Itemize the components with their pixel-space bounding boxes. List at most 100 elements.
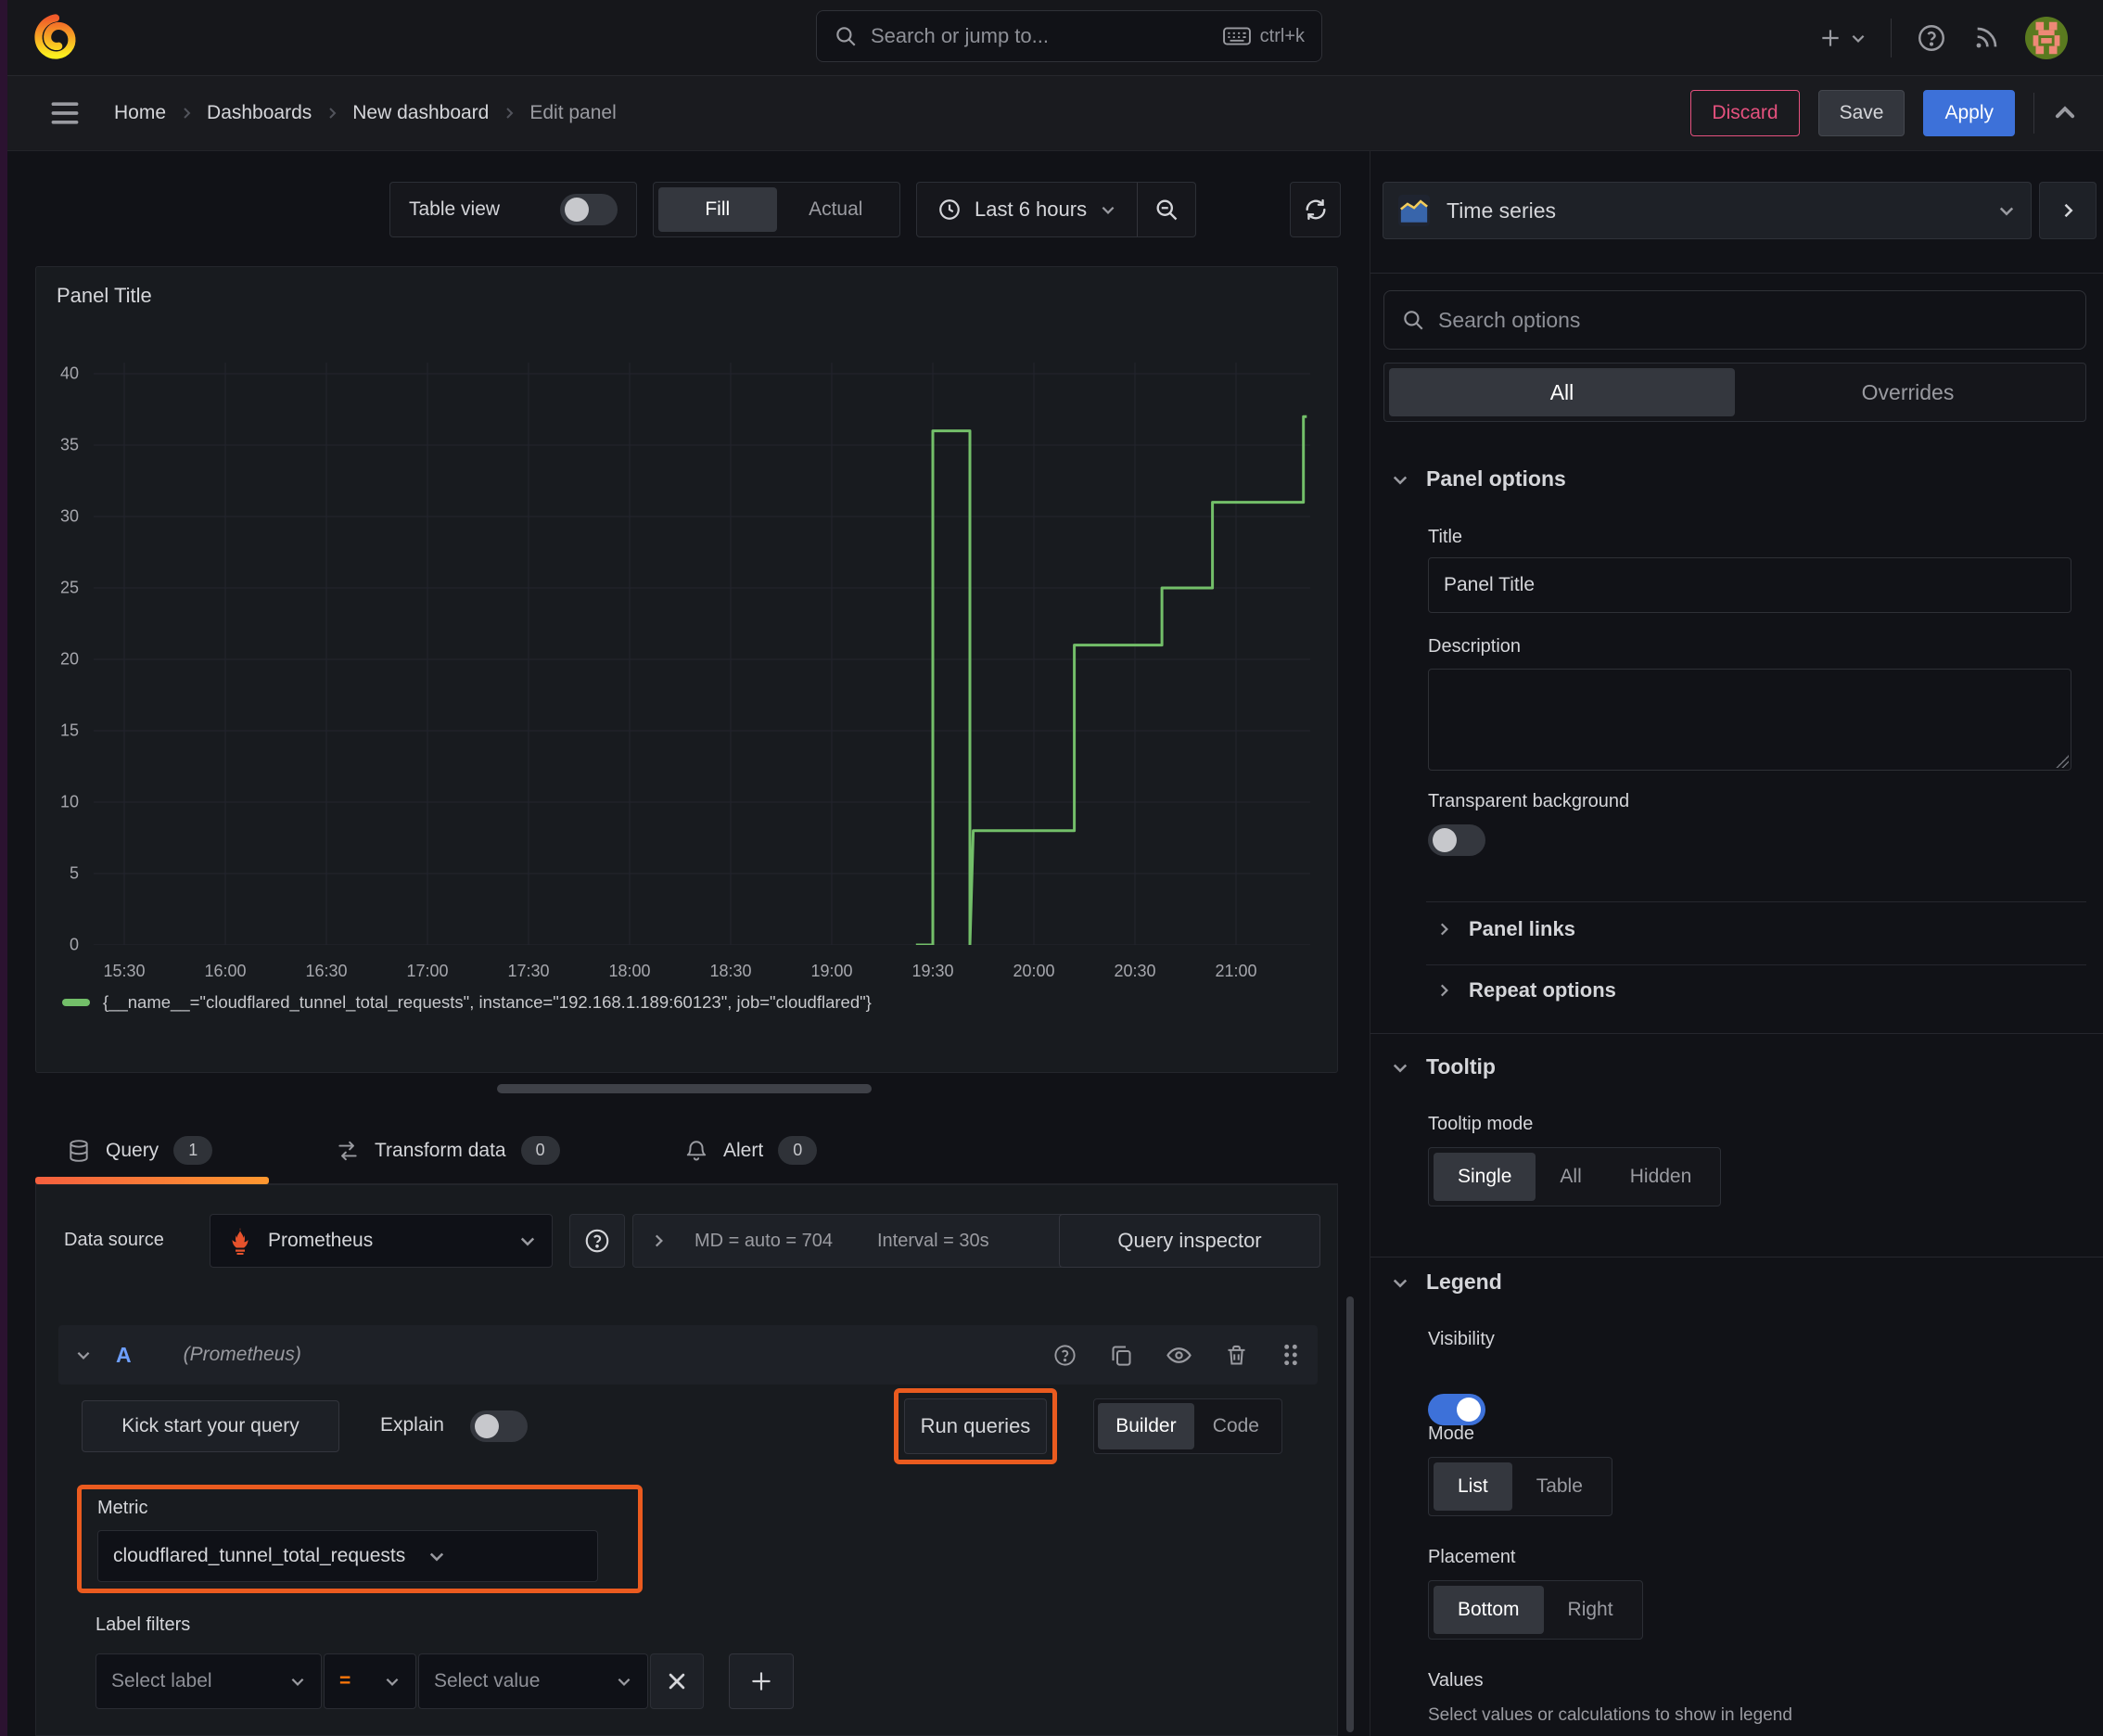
- chevron-down-icon: [1997, 201, 2016, 220]
- legend-mode-label: Mode: [1428, 1423, 1475, 1444]
- panel-links-section[interactable]: Panel links: [1435, 917, 1575, 941]
- panel-options-section[interactable]: Panel options: [1391, 466, 1566, 491]
- series-line: [915, 415, 1307, 945]
- global-search[interactable]: Search or jump to... ctrl+k: [816, 10, 1322, 62]
- time-range-picker[interactable]: Last 6 hours: [917, 198, 1137, 222]
- legend-placement-segmented: Bottom Right: [1428, 1580, 1643, 1640]
- options-search[interactable]: Search options: [1383, 290, 2086, 350]
- tab-all[interactable]: All: [1389, 368, 1735, 416]
- table-view-label: Table view: [409, 198, 501, 220]
- query-ref-id[interactable]: A: [116, 1343, 132, 1368]
- visualization-picker[interactable]: Time series: [1383, 182, 2032, 239]
- tab-query[interactable]: Query 1: [67, 1117, 213, 1183]
- tooltip-mode-all[interactable]: All: [1536, 1153, 1605, 1201]
- collapse-query-chevron-icon[interactable]: [75, 1347, 92, 1363]
- collapse-options-button[interactable]: [2053, 101, 2077, 125]
- x-axis-tick: 19:30: [911, 962, 954, 980]
- legend-visibility-toggle[interactable]: [1428, 1394, 1485, 1425]
- breadcrumb-new-dashboard[interactable]: New dashboard: [352, 102, 489, 124]
- transparent-background-toggle[interactable]: [1428, 824, 1485, 856]
- breadcrumb-dashboards[interactable]: Dashboards: [207, 102, 312, 124]
- legend-mode-table[interactable]: Table: [1512, 1462, 1607, 1511]
- nav-bar: Home Dashboards New dashboard Edit panel…: [7, 76, 2103, 151]
- add-new-button[interactable]: [1818, 26, 1867, 50]
- query-inspector-button[interactable]: Query inspector: [1059, 1214, 1320, 1268]
- fill-actual-segmented: Fill Actual: [653, 182, 900, 237]
- delete-query-icon[interactable]: [1224, 1343, 1249, 1368]
- legend-mode-list[interactable]: List: [1434, 1462, 1512, 1511]
- tab-overrides[interactable]: Overrides: [1735, 368, 2081, 416]
- help-button[interactable]: [1916, 22, 1947, 54]
- panel-description-textarea[interactable]: [1428, 669, 2071, 771]
- label-filter-key-select[interactable]: Select label: [96, 1653, 322, 1709]
- actual-option[interactable]: Actual: [777, 187, 896, 232]
- run-queries-button[interactable]: Run queries: [904, 1398, 1047, 1454]
- tab-query-label: Query: [106, 1139, 159, 1161]
- user-avatar[interactable]: [2025, 16, 2068, 59]
- table-view-toggle[interactable]: [560, 194, 618, 225]
- tooltip-mode-hidden[interactable]: Hidden: [1606, 1153, 1716, 1201]
- datasource-help-button[interactable]: [569, 1214, 625, 1268]
- hide-query-icon[interactable]: [1166, 1342, 1192, 1369]
- news-button[interactable]: [1971, 23, 2001, 53]
- discard-button[interactable]: Discard: [1690, 90, 1800, 136]
- drag-handle-icon[interactable]: [1281, 1343, 1301, 1367]
- save-button[interactable]: Save: [1817, 90, 1905, 136]
- window-edge-strip: [0, 0, 7, 1736]
- panel-title: Panel Title: [57, 284, 152, 307]
- explain-toggle[interactable]: [470, 1410, 528, 1442]
- chevron-down-icon: [1852, 34, 1865, 43]
- chevron-down-icon: [384, 1673, 401, 1690]
- x-axis-tick: 19:00: [810, 962, 853, 980]
- grafana-logo-icon: [34, 14, 76, 59]
- zoom-out-button[interactable]: [1138, 183, 1195, 236]
- tooltip-mode-single[interactable]: Single: [1434, 1153, 1536, 1201]
- visibility-label: Visibility: [1428, 1329, 1495, 1349]
- legend-section[interactable]: Legend: [1391, 1270, 1502, 1295]
- kick-start-query-button[interactable]: Kick start your query: [82, 1400, 339, 1452]
- search-icon: [1401, 308, 1425, 332]
- tooltip-section[interactable]: Tooltip: [1391, 1054, 1496, 1079]
- plus-icon: [752, 1672, 771, 1691]
- all-overrides-segmented: All Overrides: [1383, 363, 2086, 422]
- panel-options-heading: Panel options: [1426, 466, 1566, 491]
- tab-transform[interactable]: Transform data 0: [336, 1117, 560, 1183]
- grafana-logo[interactable]: [28, 9, 83, 65]
- chart-plot[interactable]: 15:30 16:00 16:30 17:00 17:30 18:00 18:30 19:00…: [60, 363, 1310, 980]
- query-row-header[interactable]: A (Prometheus): [58, 1325, 1318, 1385]
- apply-button[interactable]: Apply: [1923, 90, 2015, 136]
- remove-filter-button[interactable]: [650, 1653, 704, 1709]
- builder-option[interactable]: Builder: [1098, 1403, 1194, 1449]
- tooltip-mode-label: Tooltip mode: [1428, 1114, 1534, 1134]
- tab-alert[interactable]: Alert 0: [684, 1117, 818, 1183]
- panel-title-input[interactable]: [1428, 557, 2071, 613]
- duplicate-query-icon[interactable]: [1109, 1343, 1134, 1368]
- repeat-options-section[interactable]: Repeat options: [1435, 978, 1616, 1002]
- chart-legend[interactable]: {__name__="cloudflared_tunnel_total_requ…: [62, 992, 872, 1013]
- label-filter-operator-select[interactable]: =: [324, 1653, 416, 1709]
- legend-placement-bottom[interactable]: Bottom: [1434, 1586, 1544, 1634]
- sidebar-divider: [1426, 964, 2086, 965]
- code-option[interactable]: Code: [1194, 1403, 1278, 1449]
- refresh-button[interactable]: [1290, 182, 1341, 237]
- timeseries-viz-icon: [1398, 195, 1430, 226]
- main-scrollbar-thumb[interactable]: [1346, 1296, 1354, 1732]
- textarea-resize-handle[interactable]: [2056, 755, 2069, 768]
- fill-option[interactable]: Fill: [658, 187, 777, 232]
- chevron-down-icon: [289, 1673, 306, 1690]
- datasource-picker[interactable]: Prometheus: [210, 1214, 553, 1268]
- time-range-label: Last 6 hours: [975, 198, 1088, 221]
- panel-resize-handle[interactable]: [497, 1084, 872, 1093]
- add-filter-button[interactable]: [729, 1653, 794, 1709]
- breadcrumb-chevron-icon: [179, 106, 194, 121]
- y-axis-tick: 40: [59, 364, 79, 383]
- breadcrumb-chevron-icon: [502, 106, 516, 121]
- legend-placement-right[interactable]: Right: [1544, 1586, 1638, 1634]
- viz-suggestions-button[interactable]: [2039, 182, 2097, 239]
- metric-select[interactable]: cloudflared_tunnel_total_requests: [97, 1530, 598, 1582]
- breadcrumb-home[interactable]: Home: [114, 102, 166, 124]
- legend-placement-label: Placement: [1428, 1547, 1516, 1567]
- query-help-icon[interactable]: [1052, 1343, 1077, 1368]
- menu-toggle-button[interactable]: [42, 95, 88, 132]
- label-filter-value-select[interactable]: Select value: [418, 1653, 648, 1709]
